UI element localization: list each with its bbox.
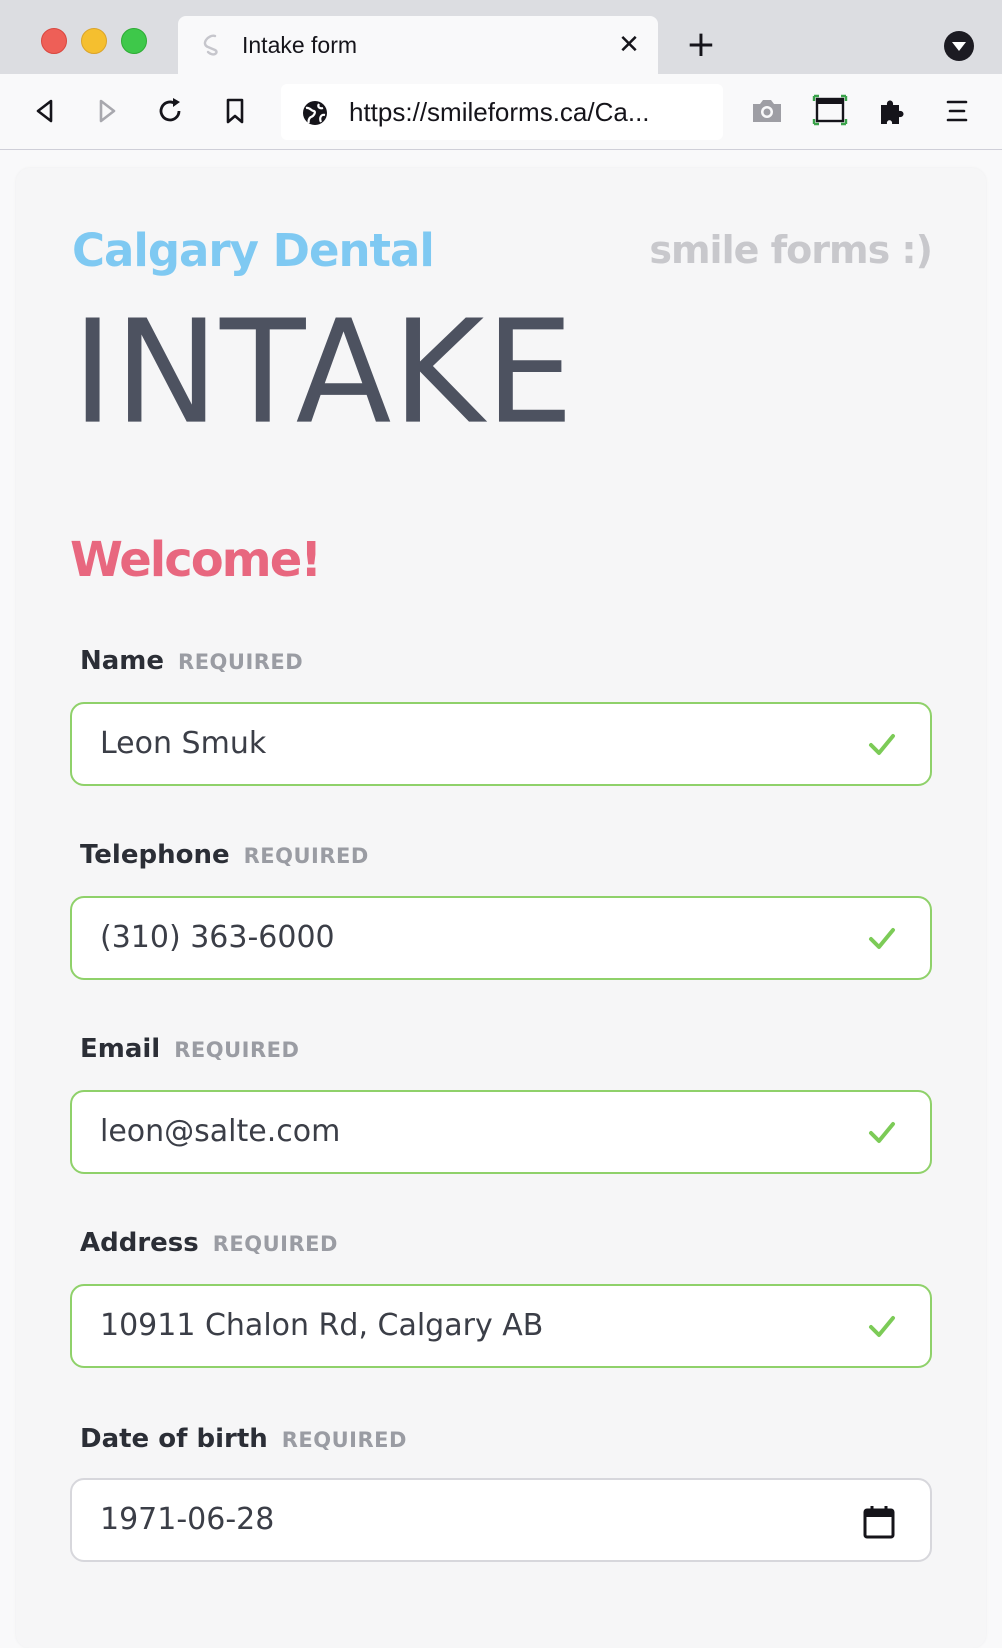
- required-tag: REQUIRED: [174, 1037, 300, 1062]
- email-label: Email REQUIRED: [80, 1034, 299, 1064]
- telephone-label: Telephone REQUIRED: [80, 840, 369, 870]
- forward-icon[interactable]: [90, 94, 124, 128]
- browser-tab[interactable]: Intake form ✕: [178, 16, 658, 74]
- email-field[interactable]: leon@salte.com: [70, 1090, 932, 1174]
- required-tag: REQUIRED: [281, 1427, 407, 1452]
- url-text: https://smileforms.ca/Ca...: [349, 97, 650, 127]
- browser-navbar: https://smileforms.ca/Ca...: [0, 74, 1002, 150]
- extensions-icon[interactable]: [875, 93, 911, 129]
- valid-check-icon: [869, 1316, 895, 1337]
- address-label-text: Address: [80, 1228, 199, 1258]
- date-of-birth-label-text: Date of birth: [80, 1424, 268, 1454]
- browser-titlebar: Intake form ✕ +: [0, 0, 1002, 74]
- calendar-icon[interactable]: [862, 1504, 896, 1540]
- telephone-label-text: Telephone: [80, 840, 230, 870]
- email-label-text: Email: [80, 1034, 161, 1064]
- tab-list-icon[interactable]: [944, 31, 974, 61]
- name-field[interactable]: Leon Smuk: [70, 702, 932, 786]
- date-of-birth-value: 1971-06-28: [100, 1502, 275, 1537]
- screenshot-icon[interactable]: [749, 93, 785, 129]
- bookmark-icon[interactable]: [218, 94, 252, 128]
- responsive-view-icon[interactable]: [812, 92, 848, 128]
- page-title: INTAKE: [72, 290, 575, 457]
- email-value: leon@salte.com: [100, 1114, 341, 1149]
- date-of-birth-label: Date of birth REQUIRED: [80, 1424, 407, 1454]
- window-minimize-button[interactable]: [81, 28, 107, 54]
- name-label-text: Name: [80, 646, 165, 676]
- name-value: Leon Smuk: [100, 726, 267, 761]
- tab-close-icon[interactable]: ✕: [614, 30, 644, 60]
- telephone-value: (310) 363-6000: [100, 920, 335, 955]
- tab-title: Intake form: [242, 32, 358, 58]
- valid-check-icon: [869, 928, 895, 949]
- address-label: Address REQUIRED: [80, 1228, 338, 1258]
- svelte-favicon-icon: [203, 34, 218, 56]
- valid-check-icon: [869, 1122, 895, 1143]
- reload-icon[interactable]: [154, 94, 188, 128]
- back-icon[interactable]: [28, 94, 62, 128]
- smile-forms-logo: smile forms :): [649, 228, 933, 272]
- valid-check-icon: [869, 734, 895, 755]
- name-label: Name REQUIRED: [80, 646, 303, 676]
- telephone-field[interactable]: (310) 363-6000: [70, 896, 932, 980]
- welcome-heading: Welcome!: [70, 532, 322, 588]
- window-close-button[interactable]: [41, 28, 67, 54]
- required-tag: REQUIRED: [178, 649, 304, 674]
- clinic-name: Calgary Dental: [72, 224, 435, 277]
- required-tag: REQUIRED: [243, 843, 369, 868]
- address-value: 10911 Chalon Rd, Calgary AB: [100, 1308, 544, 1343]
- address-field[interactable]: 10911 Chalon Rd, Calgary AB: [70, 1284, 932, 1368]
- menu-icon[interactable]: [940, 94, 974, 128]
- required-tag: REQUIRED: [212, 1231, 338, 1256]
- date-of-birth-field[interactable]: 1971-06-28: [70, 1478, 932, 1562]
- new-tab-icon[interactable]: +: [683, 27, 719, 64]
- globe-icon: [303, 101, 327, 125]
- window-maximize-button[interactable]: [121, 28, 147, 54]
- url-bar[interactable]: https://smileforms.ca/Ca...: [281, 84, 723, 140]
